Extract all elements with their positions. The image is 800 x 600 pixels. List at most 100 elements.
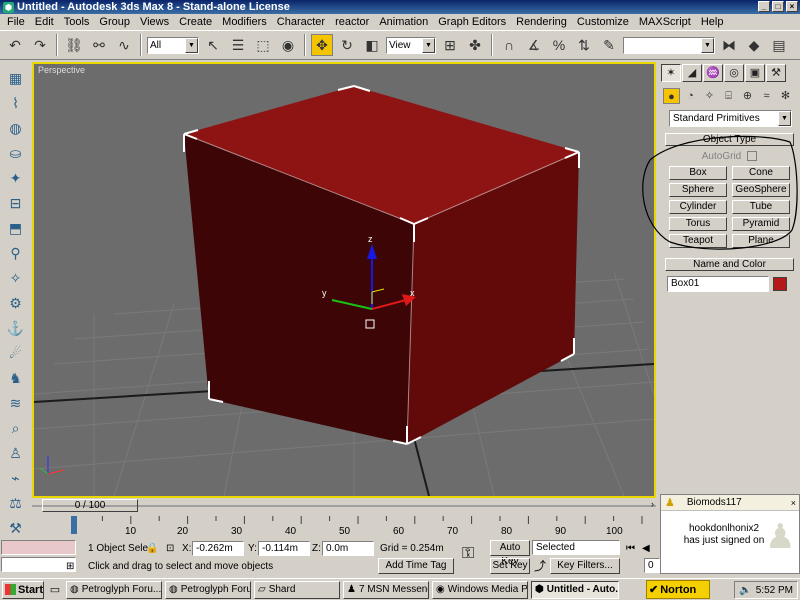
snaps-toggle-icon[interactable]: ∩ bbox=[498, 34, 520, 56]
bones-icon[interactable]: ✦ bbox=[4, 166, 28, 190]
select-and-rotate-icon[interactable]: ↻ bbox=[336, 34, 358, 56]
menu-views[interactable]: Views bbox=[135, 16, 174, 28]
time-slider-next-icon[interactable]: › bbox=[651, 499, 654, 509]
named-selection-icon[interactable]: ✎ bbox=[598, 34, 620, 56]
x-coordinate-field[interactable]: -0.262m bbox=[192, 541, 244, 556]
menu-edit[interactable]: Edit bbox=[30, 16, 59, 28]
material-editor-icon[interactable]: ◍ bbox=[4, 116, 28, 140]
schematic-view-icon[interactable]: ⊟ bbox=[4, 191, 28, 215]
taskbar-item-3dsmax[interactable]: ⬢ Untitled - Auto... bbox=[531, 580, 619, 599]
menu-customize[interactable]: Customize bbox=[572, 16, 634, 28]
current-frame-field[interactable]: 0 bbox=[644, 558, 660, 573]
selection-filter-dropdown[interactable]: All ▼ bbox=[147, 36, 199, 54]
maxscript-listener-bottom[interactable] bbox=[1, 557, 76, 572]
modify-tab-icon[interactable]: ◢ bbox=[682, 64, 702, 82]
time-slider-knob[interactable]: 0 / 100 bbox=[42, 499, 138, 512]
align-icon[interactable]: ◆ bbox=[743, 34, 765, 56]
go-to-start-icon[interactable]: ⏮ bbox=[626, 541, 635, 556]
app-icon[interactable]: ⬢ bbox=[3, 1, 14, 13]
menu-maxscript[interactable]: MAXScript bbox=[634, 16, 696, 28]
autogrid-checkbox[interactable] bbox=[747, 151, 758, 161]
key-mode-dropdown[interactable]: Selected bbox=[532, 540, 620, 555]
select-and-scale-icon[interactable]: ◧ bbox=[361, 34, 383, 56]
menu-help[interactable]: Help bbox=[696, 16, 729, 28]
geometry-icon[interactable]: ● bbox=[663, 88, 680, 104]
quick-render-icon[interactable]: ⬒ bbox=[4, 216, 28, 240]
set-key-button[interactable]: Set Key bbox=[490, 558, 530, 574]
track-bar[interactable]: 10 20 30 40 50 60 70 80 90 100 bbox=[32, 514, 656, 538]
chevron-down-icon[interactable]: ▼ bbox=[185, 37, 198, 53]
current-frame-marker[interactable] bbox=[71, 516, 77, 534]
lights-icon[interactable]: ✧ bbox=[701, 88, 718, 104]
render-setup-icon[interactable]: ⛀ bbox=[4, 141, 28, 165]
z-coordinate-field[interactable]: 0.0m bbox=[322, 541, 374, 556]
space-warps-icon[interactable]: ≈ bbox=[758, 88, 775, 104]
plane-button[interactable]: Plane bbox=[732, 234, 790, 248]
maximize-button[interactable]: □ bbox=[772, 1, 784, 12]
taskbar-item-shard[interactable]: ▱ Shard bbox=[254, 580, 340, 599]
taskbar-item-msn[interactable]: ♟ 7 MSN Messenger bbox=[343, 580, 429, 599]
select-by-name-icon[interactable]: ☰ bbox=[227, 34, 249, 56]
select-object-icon[interactable]: ↖ bbox=[202, 34, 224, 56]
chevron-down-icon[interactable]: ▼ bbox=[701, 37, 714, 53]
menu-modifiers[interactable]: Modifiers bbox=[217, 16, 272, 28]
menu-create[interactable]: Create bbox=[174, 16, 217, 28]
pyramid-button[interactable]: Pyramid bbox=[732, 217, 790, 231]
messenger-notification[interactable]: ♟ Biomods117 × hookdonlhonix2 has just s… bbox=[660, 494, 800, 574]
shapes-icon[interactable]: ◔ bbox=[682, 88, 699, 104]
menu-tools[interactable]: Tools bbox=[59, 16, 95, 28]
mirror-icon[interactable]: ⧓ bbox=[718, 34, 740, 56]
spinner-snap-icon[interactable]: ⇅ bbox=[573, 34, 595, 56]
taskbar-item-petroglyph-2[interactable]: ◍ Petroglyph Foru... bbox=[165, 580, 251, 599]
torus-button[interactable]: Torus bbox=[669, 217, 727, 231]
redo-icon[interactable]: ↷ bbox=[29, 34, 51, 56]
character-icon[interactable]: ♙ bbox=[4, 441, 28, 465]
motion-tab-icon[interactable]: ◎ bbox=[724, 64, 744, 82]
select-and-move-icon[interactable]: ✥ bbox=[311, 34, 333, 56]
chevron-down-icon[interactable]: ▼ bbox=[778, 111, 791, 126]
systems-icon[interactable]: ✻ bbox=[777, 88, 794, 104]
layer-manager-icon[interactable]: ▤ bbox=[768, 34, 790, 56]
helpers-icon[interactable]: ⚲ bbox=[4, 241, 28, 265]
curve-editor-icon[interactable]: ⌇ bbox=[4, 91, 28, 115]
hierarchy-tab-icon[interactable]: ♒ bbox=[703, 64, 723, 82]
geosphere-button[interactable]: GeoSphere bbox=[732, 183, 790, 197]
hierarchy-icon[interactable]: ⚖ bbox=[4, 491, 28, 515]
wave-icon[interactable]: ≋ bbox=[4, 391, 28, 415]
percent-snap-icon[interactable]: % bbox=[548, 34, 570, 56]
layers-icon[interactable]: ▦ bbox=[4, 66, 28, 90]
perspective-viewport[interactable]: Perspective y z x bbox=[32, 62, 656, 498]
camera-icon[interactable]: ⌕ bbox=[4, 416, 28, 440]
pivot-center-icon[interactable]: ⊞ bbox=[439, 34, 461, 56]
utilities-tab-icon[interactable]: ⚒ bbox=[766, 64, 786, 82]
primitive-category-dropdown[interactable]: Standard Primitives ▼ bbox=[669, 110, 792, 127]
name-and-color-rollout[interactable]: Name and Color bbox=[665, 258, 794, 271]
menu-file[interactable]: File bbox=[2, 16, 30, 28]
norton-tray-button[interactable]: ✔ Norton bbox=[646, 580, 710, 599]
auto-key-button[interactable]: Auto Key bbox=[490, 540, 530, 567]
selection-lock-icon[interactable]: 🔒 bbox=[146, 541, 158, 556]
key-filters-button[interactable]: Key Filters... bbox=[550, 558, 620, 574]
menu-rendering[interactable]: Rendering bbox=[511, 16, 572, 28]
link-icon[interactable]: ⛓ bbox=[63, 34, 85, 56]
undo-icon[interactable]: ↶ bbox=[4, 34, 26, 56]
space-warp-icon[interactable]: ☄ bbox=[4, 341, 28, 365]
previous-frame-icon[interactable]: ◀ bbox=[642, 541, 650, 556]
biped-icon[interactable]: ♞ bbox=[4, 366, 28, 390]
bind-space-warp-icon[interactable]: ∿ bbox=[113, 34, 135, 56]
reference-coordinate-dropdown[interactable]: View ▼ bbox=[386, 36, 436, 54]
taskbar-item-media-player[interactable]: ◉ Windows Media P... bbox=[432, 580, 528, 599]
display-tab-icon[interactable]: ▣ bbox=[745, 64, 765, 82]
maxscript-listener-top[interactable] bbox=[1, 540, 76, 555]
menu-character[interactable]: Character bbox=[272, 16, 330, 28]
y-coordinate-field[interactable]: -0.114m bbox=[258, 541, 310, 556]
menu-reactor[interactable]: reactor bbox=[330, 16, 374, 28]
default-in-out-tangent-icon[interactable]: ⤴ bbox=[534, 559, 546, 574]
utilities-icon[interactable]: ⚒ bbox=[4, 516, 28, 540]
start-button[interactable]: Start bbox=[2, 580, 44, 599]
spline-icon[interactable]: ⌁ bbox=[4, 466, 28, 490]
box-button[interactable]: Box bbox=[669, 166, 727, 180]
object-color-swatch[interactable] bbox=[773, 277, 787, 291]
clock[interactable]: 5:52 PM bbox=[756, 585, 793, 596]
absolute-relative-toggle-icon[interactable]: ⊡ bbox=[166, 541, 174, 556]
